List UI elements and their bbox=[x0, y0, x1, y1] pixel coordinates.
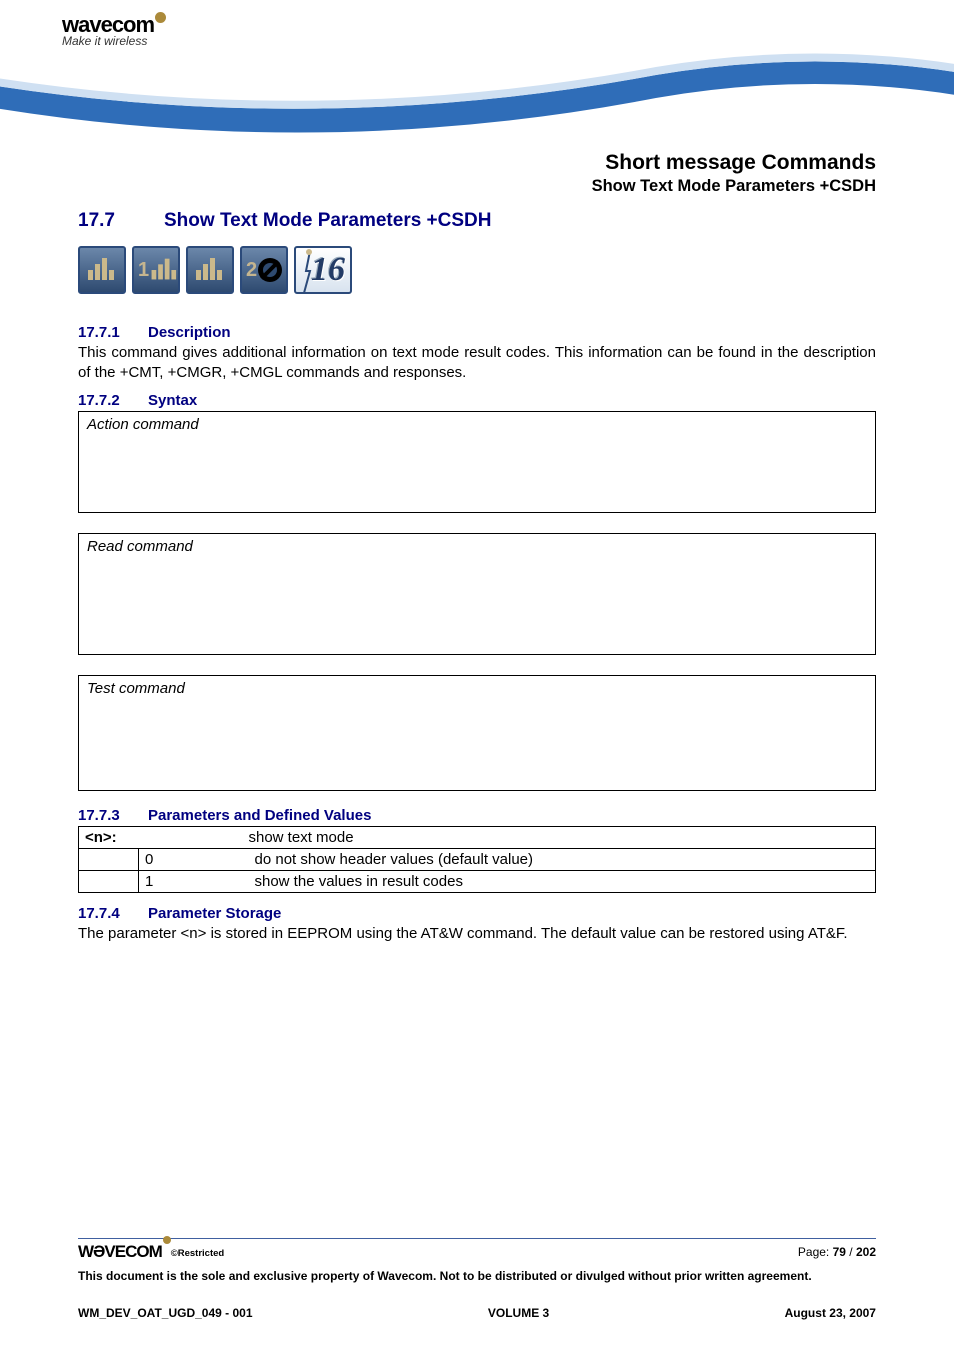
param-value: 0 bbox=[139, 848, 249, 870]
subsection-number: 17.7.3 bbox=[78, 807, 148, 824]
param-value-desc: show the values in result codes bbox=[249, 870, 876, 892]
doc-date: August 23, 2007 bbox=[785, 1306, 876, 1320]
subsection-number: 17.7.4 bbox=[78, 905, 148, 922]
param-value-desc: do not show header values (default value… bbox=[249, 848, 876, 870]
section-heading-17-7: 17.7Show Text Mode Parameters +CSDH bbox=[78, 210, 876, 232]
page-total: 202 bbox=[856, 1245, 876, 1259]
bars-1-icon: 1 bbox=[132, 246, 180, 294]
description-body: This command gives additional informatio… bbox=[78, 343, 876, 384]
subsection-heading-parameters: 17.7.3Parameters and Defined Values bbox=[78, 807, 876, 824]
page-current: 79 bbox=[833, 1245, 846, 1259]
page-label: Page: bbox=[798, 1245, 833, 1259]
param-value: 1 bbox=[139, 870, 249, 892]
bars-a-icon bbox=[78, 246, 126, 294]
table-row: 1 show the values in result codes bbox=[79, 870, 876, 892]
brand-mark-icon bbox=[155, 12, 166, 23]
applicability-icons: 1 2 bbox=[78, 246, 876, 294]
read-command-box: Read command bbox=[78, 533, 876, 655]
test-command-box: Test command bbox=[78, 675, 876, 791]
section-number: 17.7 bbox=[78, 210, 164, 232]
subsection-title: Description bbox=[148, 324, 231, 341]
subsection-heading-storage: 17.7.4Parameter Storage bbox=[78, 905, 876, 922]
test-command-label: Test command bbox=[87, 680, 869, 697]
chapter-title: Short message Commands bbox=[0, 151, 876, 175]
param-description: show text mode bbox=[139, 826, 876, 848]
footer-disclaimer: This document is the sole and exclusive … bbox=[78, 1268, 876, 1284]
parameters-table: <n>: show text mode 0 do not show header… bbox=[78, 826, 876, 893]
read-command-label: Read command bbox=[87, 538, 869, 555]
mode-16-icon: 16 bbox=[294, 246, 352, 294]
subsection-title: Parameter Storage bbox=[148, 905, 281, 922]
table-row: 0 do not show header values (default val… bbox=[79, 848, 876, 870]
subsection-heading-syntax: 17.7.2Syntax bbox=[78, 392, 876, 409]
action-command-box: Action command bbox=[78, 411, 876, 513]
header-swoosh-icon bbox=[0, 40, 954, 145]
page-sep: / bbox=[846, 1245, 856, 1259]
table-row: <n>: show text mode bbox=[79, 826, 876, 848]
icon-16-text: 16 bbox=[311, 251, 345, 289]
bars-b-icon bbox=[186, 246, 234, 294]
document-title-block: Short message Commands Show Text Mode Pa… bbox=[0, 151, 954, 196]
section-title: Show Text Mode Parameters +CSDH bbox=[164, 210, 492, 231]
param-name: <n>: bbox=[79, 826, 139, 848]
icon-number-1: 1 bbox=[138, 259, 149, 282]
doc-volume: VOLUME 3 bbox=[488, 1306, 549, 1320]
subsection-number: 17.7.2 bbox=[78, 392, 148, 409]
action-command-label: Action command bbox=[87, 416, 869, 433]
page-footer: WƏVECOM ©Restricted Page: 79 / 202 This d… bbox=[78, 1238, 876, 1320]
page-indicator: Page: 79 / 202 bbox=[798, 1245, 876, 1259]
section-subtitle: Show Text Mode Parameters +CSDH bbox=[0, 177, 876, 196]
footer-brand: WƏVECOM bbox=[78, 1242, 162, 1261]
subsection-number: 17.7.1 bbox=[78, 324, 148, 341]
footer-restricted: ©Restricted bbox=[171, 1248, 224, 1259]
doc-reference: WM_DEV_OAT_UGD_049 - 001 bbox=[78, 1306, 253, 1320]
forbidden-2-icon: 2 bbox=[240, 246, 288, 294]
subsection-heading-description: 17.7.1Description bbox=[78, 324, 876, 341]
subsection-title: Parameters and Defined Values bbox=[148, 807, 371, 824]
header-banner: wavecom Make it wireless bbox=[0, 0, 954, 145]
footer-brand-mark-icon bbox=[163, 1236, 171, 1244]
storage-body: The parameter <n> is stored in EEPROM us… bbox=[78, 924, 876, 944]
icon-number-2: 2 bbox=[246, 259, 257, 282]
subsection-title: Syntax bbox=[148, 392, 197, 409]
footer-rule bbox=[78, 1238, 876, 1239]
